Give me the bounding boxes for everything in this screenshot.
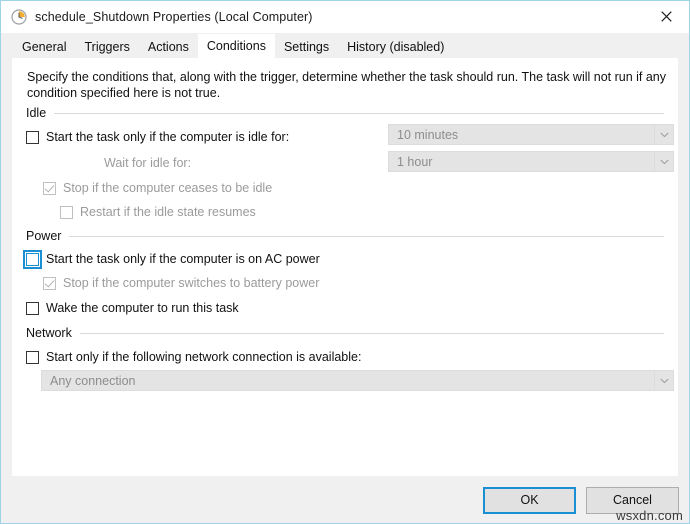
checkbox-stop-ceases-idle[interactable]	[43, 181, 56, 195]
tab-settings[interactable]: Settings	[275, 36, 338, 59]
close-icon	[660, 11, 672, 22]
label-stop-ceases-idle: Stop if the computer ceases to be idle	[63, 181, 273, 195]
group-header-power: Power	[26, 228, 664, 244]
conditions-panel: Specify the conditions that, along with …	[11, 58, 679, 477]
tab-strip: General Triggers Actions Conditions Sett…	[1, 33, 689, 59]
group-header-network: Network	[26, 325, 664, 341]
row-network-connection: Start only if the following network conn…	[26, 344, 664, 370]
label-restart-idle-resumes: Restart if the idle state resumes	[80, 205, 256, 219]
checkbox-ac-power[interactable]	[23, 249, 42, 269]
label-start-if-idle: Start the task only if the computer is i…	[46, 130, 290, 144]
group-label-idle: Idle	[26, 106, 47, 120]
tab-actions[interactable]: Actions	[139, 36, 198, 59]
conditions-description: Specify the conditions that, along with …	[27, 70, 667, 100]
checkbox-start-if-idle[interactable]	[26, 130, 39, 144]
clock-icon	[11, 9, 27, 25]
network-connection-dropdown[interactable]: Any connection	[41, 370, 674, 391]
title-bar: schedule_Shutdown Properties (Local Comp…	[1, 1, 689, 33]
group-divider-idle	[54, 112, 664, 114]
row-wait-for-idle: Wait for idle for:	[26, 150, 664, 176]
row-restart-idle-resumes: Restart if the idle state resumes	[26, 200, 664, 224]
row-wake-computer: Wake the computer to run this task	[26, 295, 664, 321]
group-label-network: Network	[26, 326, 72, 340]
group-divider-power	[69, 235, 664, 237]
group-label-power: Power	[26, 229, 62, 243]
checkbox-wake-computer[interactable]	[26, 301, 39, 315]
label-ac-power: Start the task only if the computer is o…	[46, 252, 320, 266]
label-wait-for-idle: Wait for idle for:	[104, 156, 192, 170]
label-stop-on-battery: Stop if the computer switches to battery…	[63, 276, 320, 290]
row-stop-ceases-idle: Stop if the computer ceases to be idle	[26, 176, 664, 200]
ok-button[interactable]: OK	[483, 486, 576, 514]
chevron-down-icon	[654, 371, 673, 390]
row-stop-on-battery: Stop if the computer switches to battery…	[26, 271, 664, 295]
checkbox-restart-idle-resumes[interactable]	[60, 205, 73, 219]
cancel-button[interactable]: Cancel	[586, 486, 679, 514]
close-button[interactable]	[643, 1, 689, 32]
group-header-idle: Idle	[26, 105, 664, 121]
network-connection-value: Any connection	[50, 373, 136, 388]
checkbox-stop-on-battery[interactable]	[43, 276, 56, 290]
row-start-if-idle: Start the task only if the computer is i…	[26, 124, 664, 150]
row-ac-power: Start the task only if the computer is o…	[23, 247, 664, 271]
tab-triggers[interactable]: Triggers	[75, 36, 138, 59]
label-network-connection: Start only if the following network conn…	[46, 350, 362, 364]
dialog-footer: OK Cancel wsxdn.com	[1, 477, 689, 523]
task-properties-window: schedule_Shutdown Properties (Local Comp…	[0, 0, 690, 524]
tab-general[interactable]: General	[13, 36, 75, 59]
tab-history[interactable]: History (disabled)	[338, 36, 453, 59]
label-wake-computer: Wake the computer to run this task	[46, 301, 239, 315]
checkbox-network-connection[interactable]	[26, 350, 39, 364]
group-divider-network	[79, 332, 664, 334]
window-title: schedule_Shutdown Properties (Local Comp…	[35, 10, 313, 24]
tab-conditions[interactable]: Conditions	[197, 34, 275, 59]
